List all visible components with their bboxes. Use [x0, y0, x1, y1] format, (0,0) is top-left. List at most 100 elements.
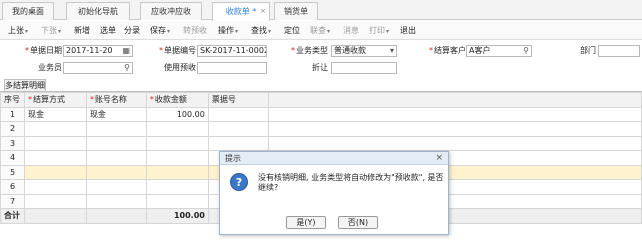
- cell-amount[interactable]: [145, 150, 209, 166]
- toolbar: 上张▾ 下张▾ 新增 选单 分录 保存▾ 转预收 操作▾ 查找▾ 定位 联查▾ …: [0, 21, 642, 40]
- cell-account[interactable]: [85, 121, 147, 137]
- col-header-no: 序号: [0, 92, 25, 108]
- cell-account[interactable]: [85, 179, 147, 195]
- tab-label: 应收冲应收: [151, 7, 191, 16]
- salesman-label-text: 业务员: [38, 63, 62, 72]
- find-label: 查找: [251, 26, 267, 35]
- tab-sales-bill[interactable]: 销货单: [274, 2, 318, 20]
- discount-label-text: 折让: [312, 63, 328, 72]
- prepay-field[interactable]: [197, 62, 267, 74]
- cell-amount[interactable]: [145, 121, 209, 137]
- cell-amount[interactable]: [145, 193, 209, 209]
- cell-amount[interactable]: [145, 135, 209, 151]
- save-button[interactable]: 保存▾: [150, 24, 170, 37]
- cell-amount[interactable]: [145, 164, 209, 180]
- to-prepayment-button[interactable]: 转预收: [183, 24, 207, 37]
- tab-multi-settlement[interactable]: 多结算明细: [4, 79, 46, 91]
- no-button[interactable]: 否(N): [338, 216, 378, 229]
- new-label: 新增: [74, 26, 90, 35]
- date-label-text: 单据日期: [30, 46, 62, 55]
- cell-method[interactable]: [23, 179, 87, 195]
- cell-account[interactable]: [85, 135, 147, 151]
- locate-label: 定位: [284, 26, 300, 35]
- print-button[interactable]: 打印▾: [369, 24, 389, 37]
- tab-init-guide[interactable]: 初始化导航: [66, 2, 130, 20]
- prev-button[interactable]: 上张▾: [8, 24, 28, 37]
- cell-method[interactable]: [23, 164, 87, 180]
- cell-method[interactable]: [23, 193, 87, 209]
- exit-label: 退出: [400, 26, 416, 35]
- tab-receipt-bill[interactable]: 收款单 * ×: [212, 2, 270, 21]
- tab-label: 我的桌面: [12, 7, 44, 16]
- total-empty: [23, 208, 87, 224]
- select-bill-button[interactable]: 选单: [100, 24, 116, 37]
- locate-button[interactable]: 定位: [284, 24, 300, 37]
- date-field[interactable]: 2017-11-20 ▦: [63, 45, 133, 57]
- header-text: 收款金额: [154, 95, 187, 105]
- col-header-filler: [267, 92, 642, 108]
- chevron-down-icon: ▾: [327, 28, 331, 35]
- prepay-label-text: 使用预收: [164, 63, 196, 72]
- cell-method[interactable]: 现金: [23, 106, 87, 122]
- cell-method[interactable]: [23, 150, 87, 166]
- chevron-down-icon: ▾: [386, 28, 390, 35]
- dialog-title: 提示: [225, 154, 241, 163]
- required-marker: *: [159, 46, 163, 55]
- discount-field[interactable]: [331, 62, 397, 74]
- cell-amount[interactable]: 100.00: [145, 106, 209, 122]
- row-number: 6: [0, 179, 25, 195]
- exit-button[interactable]: 退出: [400, 24, 416, 37]
- operate-button[interactable]: 操作▾: [218, 24, 238, 37]
- dept-label: 部门: [570, 45, 596, 57]
- salesman-field[interactable]: ⚲: [63, 62, 133, 74]
- biz-type-select[interactable]: 普通收款 ▾: [331, 45, 397, 57]
- cell-ticket[interactable]: [207, 135, 269, 151]
- new-button[interactable]: 新增: [74, 24, 90, 37]
- table-row[interactable]: 2: [0, 121, 642, 137]
- close-icon[interactable]: ×: [260, 3, 266, 20]
- row-number: 3: [0, 135, 25, 151]
- dept-label-text: 部门: [580, 46, 596, 55]
- total-label: 合计: [0, 208, 25, 224]
- search-icon[interactable]: ⚲: [124, 63, 130, 73]
- table-row[interactable]: 3: [0, 135, 642, 151]
- bill-no-field[interactable]: SK-2017-11-0002: [197, 45, 267, 57]
- grid-header-row: 序号 *结算方式 *账号名称 *收款金额 票据号: [0, 92, 642, 108]
- cell-ticket[interactable]: [207, 121, 269, 137]
- subtab-label: 多结算明细: [5, 81, 45, 90]
- linked-query-button[interactable]: 联查▾: [310, 24, 330, 37]
- message-button[interactable]: 消息: [343, 24, 359, 37]
- cell-amount[interactable]: [145, 179, 209, 195]
- linked-query-label: 联查: [310, 26, 326, 35]
- table-row[interactable]: 1 现金 现金 100.00: [0, 106, 642, 122]
- cell-account[interactable]: [85, 150, 147, 166]
- customer-label-text: 结算客户: [434, 46, 466, 55]
- cell-account[interactable]: [85, 164, 147, 180]
- entry-button[interactable]: 分录: [124, 24, 140, 37]
- find-button[interactable]: 查找▾: [251, 24, 271, 37]
- prev-label: 上张: [8, 26, 24, 35]
- select-bill-label: 选单: [100, 26, 116, 35]
- dropdown-arrow-icon[interactable]: ▾: [390, 46, 394, 56]
- required-marker: *: [291, 46, 295, 55]
- cell-account[interactable]: 现金: [85, 106, 147, 122]
- yes-button[interactable]: 是(Y): [286, 216, 326, 229]
- chevron-down-icon: ▾: [235, 28, 239, 35]
- customer-field[interactable]: A客户 ⚲: [466, 45, 532, 57]
- cell-method[interactable]: [23, 135, 87, 151]
- search-icon[interactable]: ⚲: [523, 46, 529, 56]
- question-icon: ?: [230, 173, 248, 191]
- cell-method[interactable]: [23, 121, 87, 137]
- dept-field[interactable]: [598, 45, 640, 57]
- bill-no-label: *单据编号: [140, 45, 196, 57]
- close-icon[interactable]: ×: [435, 152, 443, 165]
- row-number: 2: [0, 121, 25, 137]
- tab-my-desktop[interactable]: 我的桌面: [2, 2, 54, 20]
- col-header-account: *账号名称: [85, 92, 147, 108]
- cell-ticket[interactable]: [207, 106, 269, 122]
- tab-receivable-offset[interactable]: 应收冲应收: [140, 2, 202, 20]
- cell-account[interactable]: [85, 193, 147, 209]
- bill-no-label-text: 单据编号: [164, 46, 196, 55]
- calendar-icon[interactable]: ▦: [122, 46, 130, 56]
- next-button[interactable]: 下张▾: [41, 24, 61, 37]
